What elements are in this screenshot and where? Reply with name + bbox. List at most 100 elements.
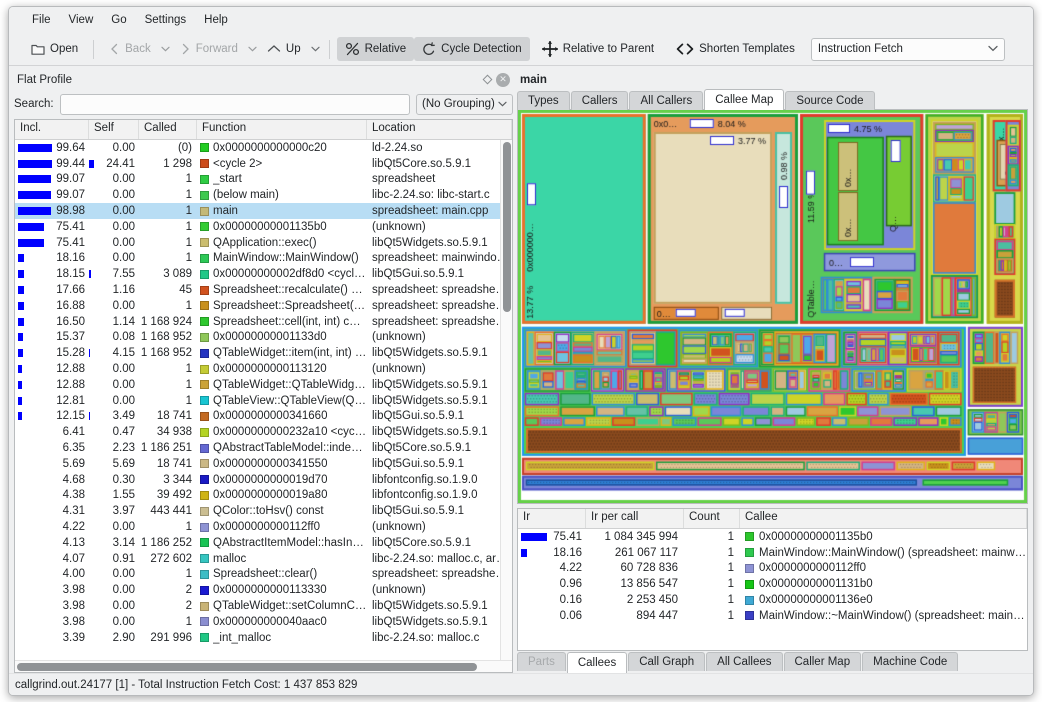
- table-row[interactable]: 4.2260 728 83610x0000000000112ff0: [518, 561, 1027, 577]
- table-row[interactable]: 3.392.90291 996_int_malloclibc-2.24.so: …: [15, 630, 512, 646]
- table-row[interactable]: 99.070.001(below main)libc-2.24.so: libc…: [15, 187, 512, 203]
- function-color-swatch: [200, 191, 209, 200]
- relative-to-parent-toggle-button[interactable]: Relative to Parent: [534, 37, 662, 61]
- table-row[interactable]: 12.880.001QTableWidget::QTableWidget(…li…: [15, 377, 512, 393]
- flat-table-vscrollbar[interactable]: [500, 140, 512, 660]
- table-row[interactable]: 4.000.001Spreadsheet::clear()spreadsheet…: [15, 567, 512, 583]
- table-row[interactable]: 75.411 084 345 99410x00000000001135b0: [518, 529, 1027, 545]
- table-row[interactable]: 12.810.001QTableView::QTableView(QTa…lib…: [15, 393, 512, 409]
- callee-table-body[interactable]: 75.411 084 345 99410x00000000001135b018.…: [518, 529, 1027, 624]
- table-row[interactable]: 12.880.0010x0000000000113120(unknown): [15, 361, 512, 377]
- back-dropdown-arrow[interactable]: [159, 38, 172, 60]
- tab-all-callers[interactable]: All Callers: [629, 91, 703, 110]
- table-row[interactable]: 0.162 253 45010x00000000001136e0: [518, 592, 1027, 608]
- search-input[interactable]: [60, 94, 410, 115]
- tab-source-code[interactable]: Source Code: [785, 91, 874, 110]
- inclusive-cost-bar: [18, 333, 23, 341]
- table-row[interactable]: 12.153.4918 7410x0000000000341660libQt5G…: [15, 409, 512, 425]
- cell-called: 1: [139, 300, 197, 312]
- table-row[interactable]: 99.070.001_startspreadsheet: [15, 172, 512, 188]
- callee-map-view[interactable]: [517, 109, 1028, 504]
- tab-caller-map[interactable]: Caller Map: [784, 652, 862, 671]
- up-dropdown-arrow[interactable]: [309, 38, 322, 60]
- table-row[interactable]: 6.410.4734 9380x0000000000232a10 <cycle …: [15, 424, 512, 440]
- scrollbar-thumb[interactable]: [17, 663, 477, 671]
- relative-toggle-button[interactable]: Relative: [337, 37, 415, 61]
- table-row[interactable]: 75.410.0010x00000000001135b0(unknown): [15, 219, 512, 235]
- tab-call-graph[interactable]: Call Graph: [628, 652, 705, 671]
- table-row[interactable]: 15.370.081 168 9520x00000000001133d0(unk…: [15, 330, 512, 346]
- table-row[interactable]: 3.980.002QTableWidget::setColumnCou…libQ…: [15, 598, 512, 614]
- table-row[interactable]: 98.980.001mainspreadsheet: main.cpp: [15, 203, 512, 219]
- cell-ir: 18.16: [518, 547, 586, 559]
- table-row[interactable]: 3.980.0020x0000000000113330(unknown): [15, 582, 512, 598]
- scrollbar-thumb[interactable]: [503, 142, 511, 312]
- event-type-combobox[interactable]: Instruction Fetch: [811, 38, 1005, 61]
- column-header-ir-per-call[interactable]: Ir per call: [586, 509, 684, 528]
- flat-table-body[interactable]: 99.640.00(0)0x0000000000000c20ld-2.24.so…: [15, 140, 512, 660]
- up-button[interactable]: Up: [259, 37, 309, 61]
- table-row[interactable]: 4.313.97443 441QColor::toHsv() constlibQ…: [15, 503, 512, 519]
- dock-close-button[interactable]: ✕: [495, 72, 511, 88]
- treemap-canvas[interactable]: [518, 110, 1027, 503]
- table-row[interactable]: 99.640.00(0)0x0000000000000c20ld-2.24.so: [15, 140, 512, 156]
- cell-self: 1.16: [89, 284, 139, 296]
- table-row[interactable]: 17.661.1645Spreadsheet::recalculate() <c…: [15, 282, 512, 298]
- chevron-down-icon: [988, 45, 998, 54]
- cell-self: 0.00: [89, 189, 139, 201]
- table-row[interactable]: 3.980.0010x000000000040aac0libQt5Widgets…: [15, 614, 512, 630]
- menu-help[interactable]: Help: [195, 11, 237, 29]
- tab-callees[interactable]: Callees: [567, 652, 627, 673]
- table-row[interactable]: 0.06894 4471MainWindow::~MainWindow() (s…: [518, 608, 1027, 624]
- flat-table-hscrollbar[interactable]: [15, 660, 512, 672]
- dock-float-button[interactable]: [479, 72, 495, 88]
- inclusive-value: 99.44: [56, 158, 85, 170]
- cell-incl: 4.00: [15, 568, 89, 580]
- forward-button[interactable]: Forward: [172, 37, 246, 61]
- column-header-function[interactable]: Function: [197, 120, 367, 139]
- menu-settings[interactable]: Settings: [136, 11, 196, 29]
- menu-file[interactable]: File: [23, 11, 60, 29]
- column-header-self[interactable]: Self: [89, 120, 139, 139]
- column-header-ir[interactable]: Ir: [518, 509, 586, 528]
- menu-view[interactable]: View: [60, 11, 103, 29]
- table-row[interactable]: 5.695.6918 7410x0000000000341550libQt5Gu…: [15, 456, 512, 472]
- tab-machine-code[interactable]: Machine Code: [862, 652, 958, 671]
- tab-parts[interactable]: Parts: [517, 652, 566, 671]
- table-row[interactable]: 18.157.553 0890x00000000002df8d0 <cycle …: [15, 266, 512, 282]
- table-row[interactable]: 4.680.303 3440x0000000000019d70libfontco…: [15, 472, 512, 488]
- column-header-callee[interactable]: Callee: [740, 509, 1027, 528]
- table-row[interactable]: 4.220.0010x0000000000112ff0(unknown): [15, 519, 512, 535]
- menu-go[interactable]: Go: [102, 11, 135, 29]
- table-row[interactable]: 16.880.001Spreadsheet::Spreadsheet(Q…spr…: [15, 298, 512, 314]
- table-row[interactable]: 18.16261 067 1171MainWindow::MainWindow(…: [518, 545, 1027, 561]
- table-row[interactable]: 0.9613 856 54710x00000000001131b0: [518, 576, 1027, 592]
- shorten-templates-toggle-button[interactable]: Shorten Templates: [668, 37, 803, 61]
- table-row[interactable]: 4.381.5539 4920x0000000000019a80libfontc…: [15, 488, 512, 504]
- table-row[interactable]: 4.070.91272 602malloclibc-2.24.so: mallo…: [15, 551, 512, 567]
- column-header-location[interactable]: Location: [367, 120, 512, 139]
- column-header-count[interactable]: Count: [684, 509, 740, 528]
- table-row[interactable]: 18.160.001MainWindow::MainWindow()spread…: [15, 251, 512, 267]
- tab-types[interactable]: Types: [517, 91, 570, 110]
- cell-location: libQt5Widgets.so.5.9.1: [367, 379, 512, 391]
- tab-callers[interactable]: Callers: [571, 91, 629, 110]
- back-button[interactable]: Back: [101, 37, 159, 61]
- column-header-incl[interactable]: Incl.: [15, 120, 89, 139]
- function-name: 0x00000000001135b0: [213, 221, 327, 233]
- tab-all-callees[interactable]: All Callees: [706, 652, 782, 671]
- table-row[interactable]: 6.352.231 186 251QAbstractTableModel::in…: [15, 440, 512, 456]
- table-row[interactable]: 99.4424.411 298<cycle 2>libQt5Core.so.5.…: [15, 156, 512, 172]
- table-row[interactable]: 15.284.151 168 952QTableWidget::item(int…: [15, 345, 512, 361]
- grouping-combobox[interactable]: (No Grouping): [416, 94, 513, 115]
- tab-callee-map[interactable]: Callee Map: [704, 89, 784, 110]
- open-button[interactable]: Open: [23, 37, 86, 61]
- inclusive-cost-bar: [18, 254, 24, 262]
- table-row[interactable]: 75.410.001QApplication::exec()libQt5Widg…: [15, 235, 512, 251]
- forward-dropdown-arrow[interactable]: [246, 38, 259, 60]
- table-row[interactable]: 16.501.141 168 924Spreadsheet::cell(int,…: [15, 314, 512, 330]
- table-row[interactable]: 4.133.141 186 252QAbstractItemModel::has…: [15, 535, 512, 551]
- column-header-called[interactable]: Called: [139, 120, 197, 139]
- cycle-detection-toggle-button[interactable]: Cycle Detection: [414, 37, 530, 61]
- cell-ir: 0.96: [518, 578, 586, 590]
